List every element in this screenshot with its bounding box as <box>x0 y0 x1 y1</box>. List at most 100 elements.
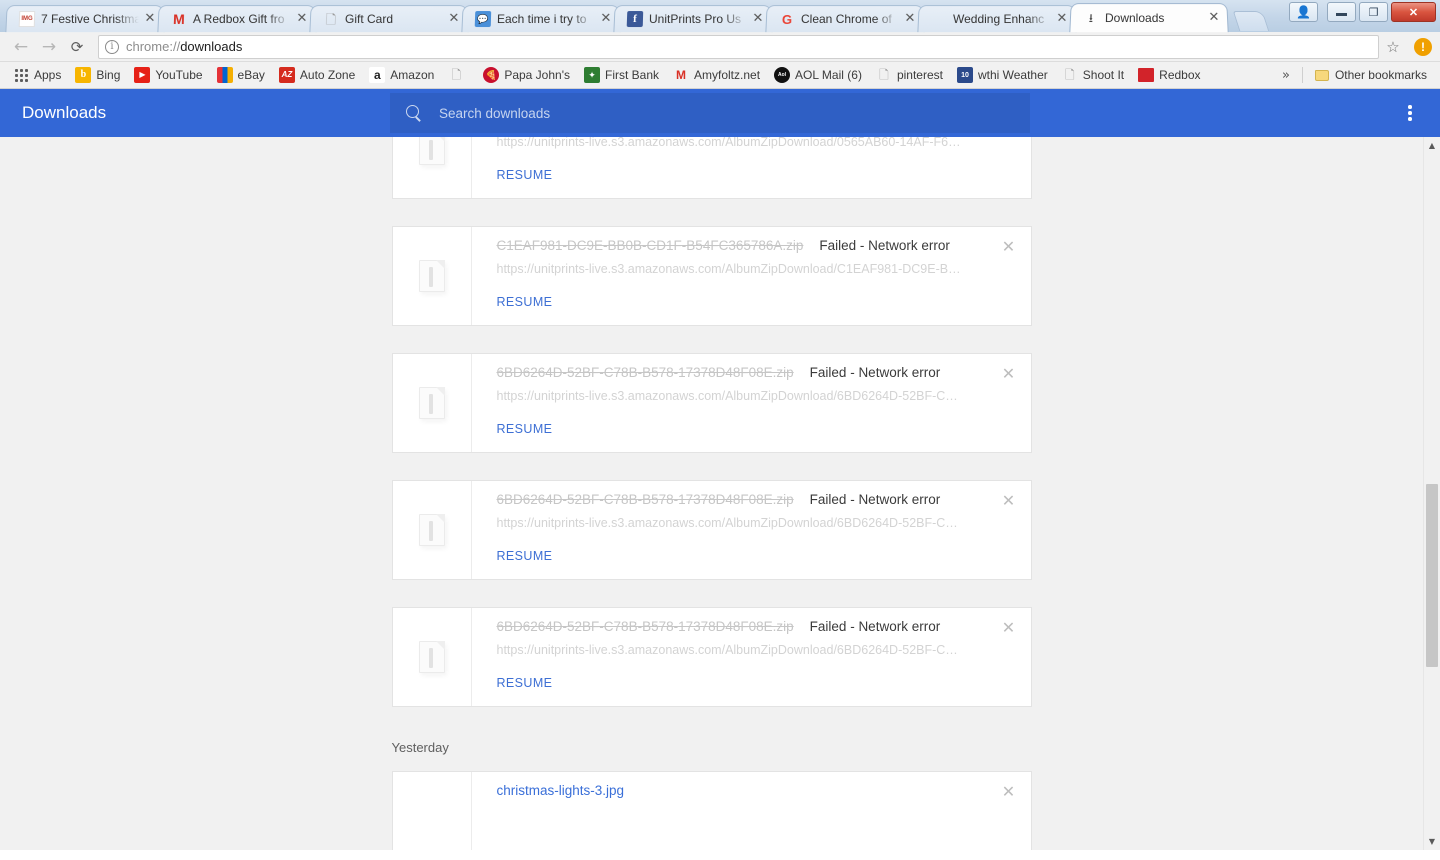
browser-tab[interactable]: Wedding Enhanc ✕ <box>917 5 1077 33</box>
downloads-list: 0565AB60-14AF-F691-7B29-24D17D0EFD45.zip… <box>0 137 1423 850</box>
tab-close-icon[interactable]: ✕ <box>447 11 462 26</box>
browser-tab-downloads[interactable]: ⭳ Downloads ✕ <box>1069 3 1229 33</box>
tab-label: Gift Card <box>344 12 394 27</box>
chat-icon: 💬 <box>474 11 492 28</box>
bookmark-untitled[interactable]: 🗋 <box>441 64 476 86</box>
url-scheme: chrome:// <box>126 39 181 54</box>
download-item[interactable]: 6BD6264D-52BF-C78B-B578-17378D48F08E.zip… <box>391 607 1032 707</box>
download-filename[interactable]: christmas-lights-3.jpg <box>497 783 625 798</box>
maximize-button[interactable]: ❐ <box>1359 2 1388 22</box>
browser-tab[interactable]: f UnitPrints Pro Us ✕ <box>613 5 773 33</box>
resume-button[interactable]: RESUME <box>497 422 553 436</box>
bookmark-youtube[interactable]: ▶ YouTube <box>127 64 209 86</box>
maximize-icon: ❐ <box>1368 6 1379 19</box>
browser-tab[interactable]: 🗋 Gift Card ✕ <box>309 5 469 33</box>
tab-label: Downloads <box>1104 11 1165 26</box>
bookmark-label: eBay <box>237 68 265 82</box>
address-bar[interactable]: i chrome://downloads <box>98 34 1379 59</box>
tab-close-icon[interactable]: ✕ <box>295 11 310 26</box>
vertical-scrollbar[interactable]: ▲ ▼ <box>1423 137 1440 850</box>
bookmark-amazon[interactable]: a Amazon <box>362 64 441 86</box>
bookmark-apps[interactable]: Apps <box>6 64 68 86</box>
bookmark-auto-zone[interactable]: AZ Auto Zone <box>272 64 362 86</box>
bookmark-label: Auto Zone <box>299 68 356 82</box>
papajohns-icon: 🍕 <box>483 67 500 83</box>
bookmark-bing[interactable]: b Bing <box>68 64 127 86</box>
browser-tab[interactable]: G Clean Chrome of ✕ <box>765 5 925 33</box>
google-icon: G <box>781 11 793 27</box>
tab-close-icon[interactable]: ✕ <box>1055 11 1070 26</box>
remove-download-icon[interactable]: ✕ <box>998 490 1020 512</box>
info-icon[interactable]: i <box>105 39 119 54</box>
tab-label: Wedding Enhanc <box>952 12 1045 27</box>
gmail-icon: M <box>676 68 686 82</box>
download-url: https://unitprints-live.s3.amazonaws.com… <box>496 262 961 276</box>
window-controls: 👤 ❐ ✕ <box>1289 2 1436 22</box>
bookmarks-overflow-button[interactable]: » <box>1274 68 1298 83</box>
browser-tab[interactable]: M A Redbox Gift fro ✕ <box>157 5 317 33</box>
download-item[interactable]: 6BD6264D-52BF-C78B-B578-17378D48F08E.zip… <box>391 353 1032 453</box>
tab-close-icon[interactable]: ✕ <box>1207 10 1222 25</box>
browser-tab[interactable]: IMG 7 Festive Christma ✕ <box>5 5 165 33</box>
new-tab-button[interactable] <box>1232 11 1270 31</box>
download-item[interactable]: 6BD6264D-52BF-C78B-B578-17378D48F08E.zip… <box>391 480 1032 580</box>
download-filename[interactable]: C1EAF981-DC9E-BB0B-CD1F-B54FC365786A.zip <box>497 238 804 253</box>
reload-button[interactable]: ⟳ <box>64 34 90 60</box>
browser-toolbar: ← → ⟳ i chrome://downloads ☆ ! <box>0 32 1440 62</box>
download-status: Failed - Network error <box>809 365 941 380</box>
bookmark-redbox[interactable]: Redbox <box>1131 65 1207 85</box>
scrollbar-thumb[interactable] <box>1426 484 1438 667</box>
bookmark-label: Apps <box>34 68 62 82</box>
back-button[interactable]: ← <box>8 34 34 60</box>
bookmark-papa-johns[interactable]: 🍕 Papa John's <box>476 64 577 86</box>
remove-download-icon[interactable]: ✕ <box>998 363 1020 385</box>
tab-label: Clean Chrome of <box>800 12 892 27</box>
tab-label: 7 Festive Christma <box>40 12 140 27</box>
bookmark-ebay[interactable]: eBay <box>210 64 272 86</box>
downloads-header: Downloads <box>0 89 1440 137</box>
download-filename[interactable]: 6BD6264D-52BF-C78B-B578-17378D48F08E.zip <box>497 619 794 634</box>
resume-button[interactable]: RESUME <box>497 676 553 690</box>
tab-close-icon[interactable]: ✕ <box>903 11 918 26</box>
bookmark-aol-mail[interactable]: Aol AOL Mail (6) <box>767 64 869 86</box>
tab-close-icon[interactable]: ✕ <box>143 11 158 26</box>
bookmark-star-icon[interactable]: ☆ <box>1381 35 1405 59</box>
download-details: 6BD6264D-52BF-C78B-B578-17378D48F08E.zip… <box>472 608 1031 706</box>
forward-button[interactable]: → <box>36 34 62 60</box>
download-title-row: C1EAF981-DC9E-BB0B-CD1F-B54FC365786A.zip… <box>497 238 1017 253</box>
bookmark-pinterest[interactable]: 🗋 pinterest <box>869 64 950 86</box>
bookmark-label: First Bank <box>604 68 659 82</box>
bookmark-amyfoltz[interactable]: M Amyfoltz.net <box>666 64 767 86</box>
download-item[interactable]: christmas-lights-3.jpg ✕ <box>391 771 1032 850</box>
bookmark-first-bank[interactable]: ✦ First Bank <box>577 64 666 86</box>
resume-button[interactable]: RESUME <box>497 295 553 309</box>
bookmark-wthi-weather[interactable]: 10 wthi Weather <box>950 64 1055 86</box>
tab-close-icon[interactable]: ✕ <box>599 11 614 26</box>
other-bookmarks-folder[interactable]: Other bookmarks <box>1307 64 1434 86</box>
search-container[interactable] <box>390 93 1030 133</box>
download-filename[interactable]: 6BD6264D-52BF-C78B-B578-17378D48F08E.zip <box>497 492 794 507</box>
user-profile-button[interactable]: 👤 <box>1289 2 1318 22</box>
user-icon: 👤 <box>1296 5 1311 19</box>
download-url: https://unitprints-live.s3.amazonaws.com… <box>496 389 958 403</box>
file-icon <box>418 387 445 419</box>
resume-button[interactable]: RESUME <box>497 168 553 182</box>
download-item[interactable]: 0565AB60-14AF-F691-7B29-24D17D0EFD45.zip… <box>391 137 1032 199</box>
tab-close-icon[interactable]: ✕ <box>751 11 766 26</box>
minimize-button[interactable] <box>1327 2 1356 22</box>
date-group-header: Yesterday <box>391 740 449 755</box>
remove-download-icon[interactable]: ✕ <box>998 617 1020 639</box>
remove-download-icon[interactable]: ✕ <box>998 236 1020 258</box>
update-alert-badge[interactable]: ! <box>1414 37 1432 56</box>
download-filename[interactable]: 6BD6264D-52BF-C78B-B578-17378D48F08E.zip <box>497 365 794 380</box>
resume-button[interactable]: RESUME <box>497 549 553 563</box>
scroll-up-button[interactable]: ▲ <box>1424 137 1440 154</box>
bookmark-shoot-it[interactable]: 🗋 Shoot It <box>1055 64 1131 86</box>
more-vertical-icon[interactable] <box>1400 103 1420 123</box>
close-window-button[interactable]: ✕ <box>1391 2 1436 22</box>
download-item[interactable]: C1EAF981-DC9E-BB0B-CD1F-B54FC365786A.zip… <box>391 226 1032 326</box>
search-input[interactable] <box>437 104 1014 122</box>
scroll-down-button[interactable]: ▼ <box>1424 833 1440 850</box>
browser-tab[interactable]: 💬 Each time i try to ✕ <box>461 5 621 33</box>
remove-download-icon[interactable]: ✕ <box>998 781 1020 803</box>
